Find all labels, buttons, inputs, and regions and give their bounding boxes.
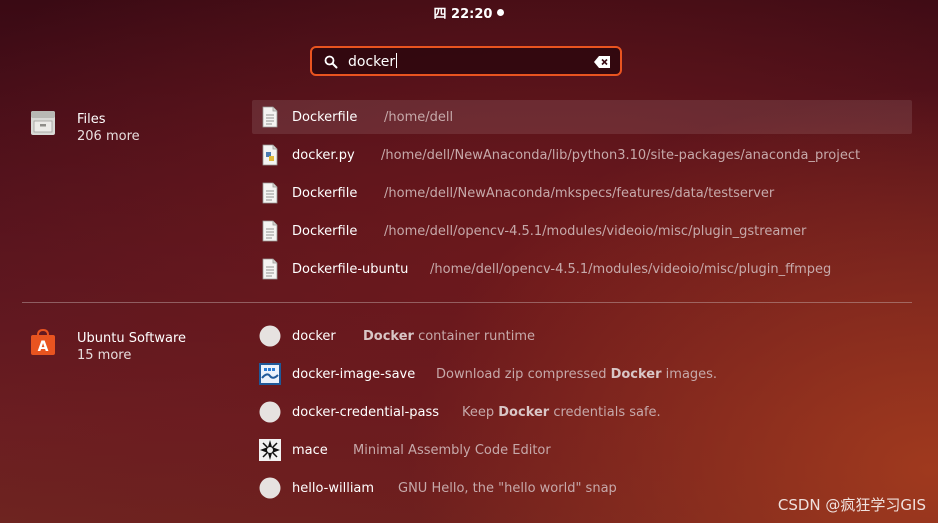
category-more-link[interactable]: 15 more [77, 347, 186, 364]
result-item[interactable]: Dockerfile-ubuntu /home/dell/opencv-4.5.… [252, 252, 912, 286]
result-description: GNU Hello, the "hello world" snap [398, 480, 617, 496]
result-name: Dockerfile-ubuntu [292, 261, 409, 277]
result-path: /home/dell/NewAnaconda/mkspecs/features/… [384, 185, 775, 201]
result-name: docker.py [292, 147, 355, 163]
result-name: mace [292, 442, 328, 458]
result-name: docker-image-save [292, 366, 416, 382]
top-bar: 四 22:20 [0, 0, 938, 24]
result-name: Dockerfile [292, 185, 358, 201]
category-more-link[interactable]: 206 more [77, 128, 140, 145]
result-name: docker [292, 328, 336, 344]
result-description: Keep Docker credentials safe. [462, 404, 661, 420]
text-file-icon [262, 220, 278, 242]
result-item[interactable]: docker-image-save Download zip compresse… [252, 357, 912, 391]
text-file-icon [262, 106, 278, 128]
result-name: docker-credential-pass [292, 404, 440, 420]
result-item[interactable]: Dockerfile /home/dell [252, 100, 912, 134]
file-cabinet-icon [31, 111, 55, 135]
result-path: /home/dell/opencv-4.5.1/modules/videoio/… [430, 261, 832, 277]
result-name: hello-william [292, 480, 375, 496]
result-item[interactable]: docker.py /home/dell/NewAnaconda/lib/pyt… [252, 138, 912, 172]
result-item[interactable]: Dockerfile /home/dell/NewAnaconda/mkspec… [252, 176, 912, 210]
result-description: Minimal Assembly Code Editor [353, 442, 551, 458]
search-input[interactable]: docker [348, 53, 397, 70]
svg-text:A: A [38, 339, 49, 355]
category-title: Files [77, 112, 106, 127]
category-title: Ubuntu Software [77, 331, 187, 346]
result-item[interactable]: docker Docker container runtime [252, 319, 912, 353]
result-item[interactable]: mace Minimal Assembly Code Editor [252, 433, 912, 467]
category-files[interactable]: Files 206 more [28, 111, 140, 145]
mace-icon [259, 439, 281, 461]
result-path: /home/dell/NewAnaconda/lib/python3.10/si… [381, 147, 861, 163]
result-item[interactable]: docker-credential-pass Keep Docker crede… [252, 395, 912, 429]
text-file-icon [262, 182, 278, 204]
snap-generic-icon [259, 325, 281, 347]
watermark: CSDN @疯狂学习GIS [777, 496, 926, 514]
result-name: Dockerfile [292, 223, 358, 239]
snap-generic-icon [259, 477, 281, 499]
text-file-icon [262, 258, 278, 280]
result-item[interactable]: Dockerfile /home/dell/opencv-4.5.1/modul… [252, 214, 912, 248]
search-box[interactable]: docker [310, 46, 622, 76]
clock[interactable]: 四 22:20 [434, 3, 493, 22]
ubuntu-software-icon: A [31, 328, 55, 355]
result-path: /home/dell [384, 109, 454, 125]
python-file-icon [262, 144, 278, 166]
search-icon [324, 55, 338, 69]
category-divider [22, 302, 912, 303]
notification-dot-icon [497, 8, 505, 16]
result-name: Dockerfile [292, 109, 358, 125]
category-ubuntu-software[interactable]: A Ubuntu Software 15 more [28, 328, 187, 364]
docker-image-save-icon [259, 363, 281, 385]
result-path: /home/dell/opencv-4.5.1/modules/videoio/… [384, 223, 807, 239]
snap-generic-icon [259, 401, 281, 423]
result-description: Download zip compressed Docker images. [436, 366, 718, 382]
result-description: Docker container runtime [363, 328, 536, 344]
clear-search-icon[interactable] [594, 56, 610, 68]
